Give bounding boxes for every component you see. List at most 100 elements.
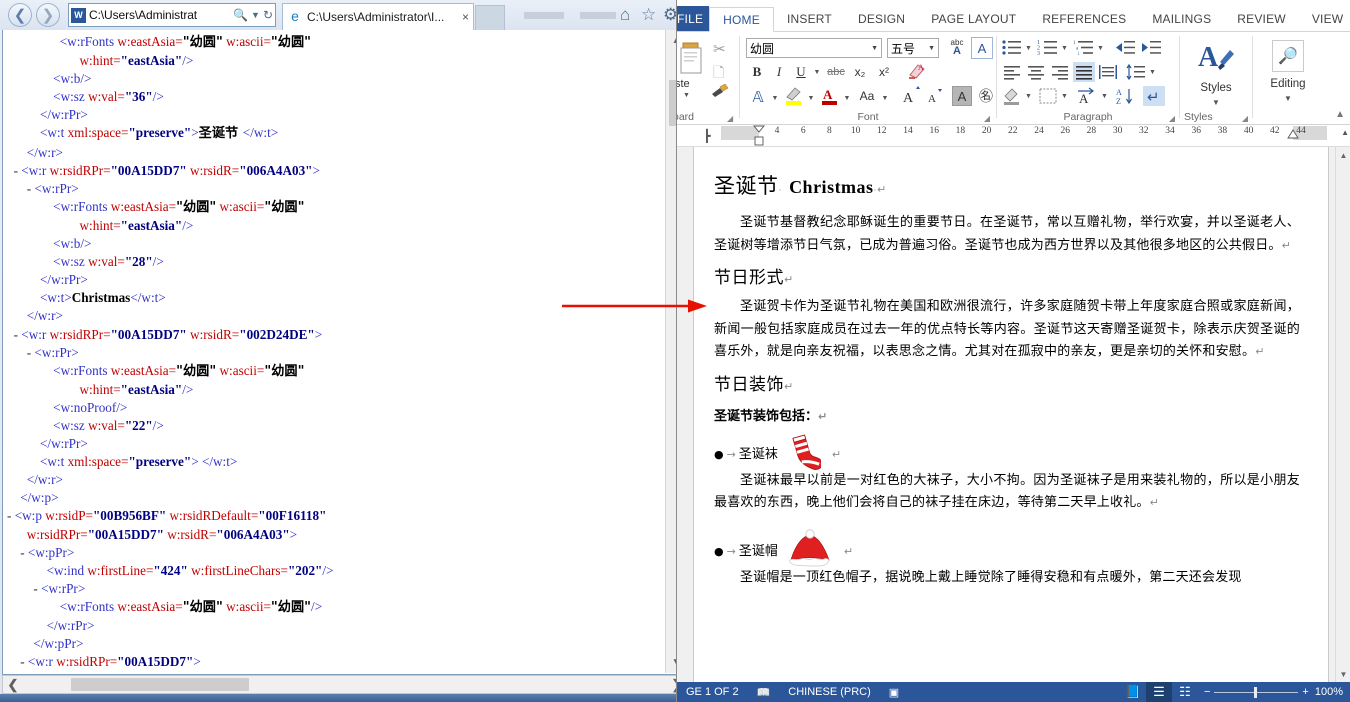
home-icon[interactable]: ⌂	[620, 6, 630, 23]
phonetic-guide-icon[interactable]: abc A	[946, 37, 968, 59]
borders-icon[interactable]	[1037, 86, 1059, 106]
chevron-down-icon[interactable]: ▼	[806, 92, 816, 104]
chevron-down-icon[interactable]: ▼	[251, 10, 260, 20]
copy-icon[interactable]: 🗋	[713, 62, 724, 86]
xml-collapse-toggle[interactable]: -	[7, 672, 41, 673]
tab-page-layout[interactable]: PAGE LAYOUT	[918, 6, 1029, 31]
chevron-down-icon[interactable]: ▼	[842, 92, 852, 104]
text-effects-icon[interactable]: 𝔸	[748, 87, 768, 107]
xml-source-view[interactable]: <w:rFonts w:eastAsia="幼圆" w:ascii="幼圆" w…	[3, 30, 665, 673]
address-input[interactable]: C:\Users\Administrat	[89, 8, 230, 22]
page-indicator[interactable]: GE 1 OF 2	[677, 682, 748, 702]
decrease-indent-icon[interactable]	[1114, 38, 1136, 57]
scroll-up-icon[interactable]: ▲	[1336, 147, 1350, 163]
change-case-button[interactable]: Aa	[856, 87, 878, 105]
scroll-left-icon[interactable]: ❮	[3, 676, 23, 693]
scroll-down-icon[interactable]: ▼	[1336, 666, 1350, 682]
zoom-out-button[interactable]: −	[1204, 686, 1210, 698]
chevron-down-icon[interactable]: ▼	[1253, 94, 1323, 103]
align-left-icon[interactable]	[1001, 62, 1023, 82]
read-mode-icon[interactable]: 📘	[1120, 682, 1146, 702]
xml-collapse-toggle[interactable]: -	[7, 654, 28, 669]
document-page[interactable]: 圣诞节· Christmas·↵ 圣诞节基督教纪念耶稣诞生的重要节日。在圣诞节，…	[694, 147, 1328, 682]
chevron-down-icon[interactable]: ▼	[1100, 91, 1109, 101]
multilevel-list-icon[interactable]: 1 a i	[1073, 38, 1095, 57]
character-shading-icon[interactable]: A	[952, 86, 972, 106]
chevron-down-icon[interactable]: ▼	[1060, 91, 1069, 101]
print-layout-icon[interactable]: ☰	[1145, 682, 1172, 702]
paste-label[interactable]: ste	[677, 78, 690, 90]
tab-review[interactable]: REVIEW	[1224, 6, 1299, 31]
zoom-percentage[interactable]: 100%	[1315, 686, 1350, 698]
font-size-combobox[interactable]: 五号 ▼	[887, 38, 939, 58]
chevron-down-icon[interactable]: ▼	[683, 92, 690, 99]
tab-mailings[interactable]: MAILINGS	[1139, 6, 1224, 31]
xml-collapse-toggle[interactable]: -	[7, 327, 21, 342]
collapse-ribbon-icon[interactable]: ▲	[1335, 109, 1345, 120]
binoculars-icon[interactable]: 🔎	[1272, 40, 1304, 72]
strikethrough-button[interactable]: abc	[826, 63, 846, 81]
distributed-align-icon[interactable]	[1097, 62, 1119, 82]
first-line-indent-marker[interactable]	[751, 125, 767, 147]
chevron-down-icon[interactable]: ▼	[871, 45, 878, 52]
shading-icon[interactable]	[1001, 86, 1023, 106]
shrink-font-icon[interactable]: A	[925, 86, 945, 106]
chevron-down-icon[interactable]: ▼	[928, 45, 935, 52]
favorites-star-icon[interactable]: ☆	[641, 6, 656, 23]
subscript-button[interactable]: x₂	[850, 63, 870, 81]
underline-button[interactable]: U	[792, 63, 810, 81]
chevron-down-icon[interactable]: ▼	[1024, 91, 1033, 101]
ie-hscroll-thumb[interactable]	[71, 678, 249, 691]
zoom-knob[interactable]	[1254, 686, 1258, 698]
chevron-down-icon[interactable]: ▼	[1148, 67, 1157, 77]
horizontal-ruler[interactable]: ┣ 4 6 8 10 12 14 16 18 20 22 24 26 28 30 32 34 36 38 40 42 4…	[677, 125, 1350, 147]
xml-collapse-toggle[interactable]: -	[7, 508, 15, 523]
grow-font-icon[interactable]: A	[902, 86, 922, 106]
language-indicator[interactable]: CHINESE (PRC)	[779, 682, 880, 702]
bullets-icon[interactable]	[1001, 38, 1023, 57]
xml-collapse-toggle[interactable]: -	[7, 163, 21, 178]
close-icon[interactable]: ×	[462, 10, 469, 24]
styles-button-label[interactable]: Styles	[1180, 82, 1252, 94]
line-spacing-icon[interactable]	[1125, 62, 1147, 82]
address-bar[interactable]: W C:\Users\Administrat 🔍 ▼ ↻	[68, 3, 276, 27]
increase-indent-icon[interactable]	[1140, 38, 1162, 57]
zoom-track[interactable]	[1214, 686, 1299, 698]
paste-icon[interactable]	[679, 39, 705, 77]
scissors-icon[interactable]: ✂	[713, 40, 726, 58]
chevron-down-icon[interactable]: ▼	[1096, 43, 1105, 53]
ie-horizontal-scrollbar[interactable]: ❮ ❯	[2, 675, 688, 694]
italic-button[interactable]: I	[770, 63, 788, 81]
text-highlight-icon[interactable]	[784, 85, 804, 107]
scroll-up-icon[interactable]: ▲	[1341, 128, 1349, 137]
editing-button-label[interactable]: Editing	[1253, 78, 1323, 90]
justify-icon[interactable]	[1073, 62, 1095, 82]
superscript-button[interactable]: x²	[874, 63, 894, 81]
tab-insert[interactable]: INSERT	[774, 6, 845, 31]
align-center-icon[interactable]	[1025, 62, 1047, 82]
align-right-icon[interactable]	[1049, 62, 1071, 82]
tab-references[interactable]: REFERENCES	[1029, 6, 1139, 31]
format-painter-icon[interactable]	[711, 84, 729, 98]
paragraph-dialog-launcher[interactable]: ◢	[1169, 114, 1175, 123]
formatting-marks-icon[interactable]: ↵	[1143, 86, 1165, 106]
xml-collapse-toggle[interactable]: -	[7, 181, 34, 196]
xml-collapse-toggle[interactable]: -	[7, 545, 28, 560]
tab-view[interactable]: VIEW	[1299, 6, 1350, 31]
macro-record-icon[interactable]: ▣	[880, 682, 908, 702]
document-vertical-scrollbar[interactable]: ▲ ▼	[1335, 147, 1350, 682]
font-dialog-launcher[interactable]: ◢	[984, 114, 990, 123]
zoom-slider[interactable]: − +	[1198, 682, 1315, 702]
chevron-down-icon[interactable]: ▼	[812, 66, 822, 78]
character-border-icon[interactable]: A	[971, 37, 993, 59]
chevron-down-icon[interactable]: ▼	[1060, 43, 1069, 53]
browser-tab[interactable]: e C:\Users\Administrator\I... ×	[282, 3, 474, 30]
tab-home[interactable]: HOME	[709, 7, 774, 32]
web-layout-icon[interactable]: ☷	[1172, 682, 1198, 702]
tab-stop-selector-icon[interactable]: ┣	[699, 128, 715, 144]
tab-design[interactable]: DESIGN	[845, 6, 918, 31]
chevron-down-icon[interactable]: ▼	[1024, 43, 1033, 53]
forward-arrow-icon[interactable]: ❯	[36, 3, 60, 27]
zoom-in-button[interactable]: +	[1302, 686, 1308, 698]
font-color-icon[interactable]: A	[820, 85, 840, 107]
